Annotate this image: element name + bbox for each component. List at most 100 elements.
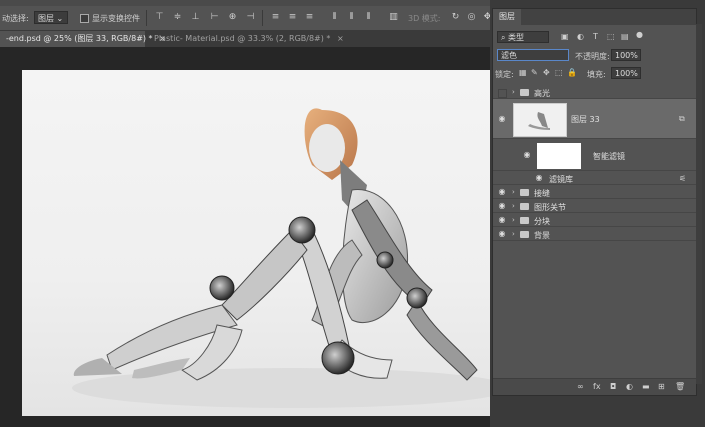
distribute-hcenter-icon[interactable]: ⫴ (346, 12, 357, 23)
layers-panel: 图层 ⌕ 类型 ▣ ◐ T ⬚ ▤ ● 滤色 不透明度: 100% 锁定: ▦ … (492, 8, 697, 396)
robot-woman-artwork (72, 108, 512, 408)
smart-object-filter-icon[interactable]: ▤ (621, 32, 629, 41)
layer-row[interactable]: ◉ › 分块 (493, 213, 696, 227)
show-transform-checkbox[interactable] (80, 14, 89, 23)
folder-icon (520, 189, 529, 196)
smart-filter-indicator-icon[interactable]: ⧉ (679, 114, 685, 124)
tab-label: -end.psd @ 25% (图层 33, RGB/8#) * (6, 34, 153, 43)
eye-icon[interactable]: ◉ (523, 151, 531, 159)
image-filter-icon[interactable]: ▣ (561, 32, 569, 41)
layer-row[interactable]: ◉ › 图形关节 (493, 199, 696, 213)
divider (146, 10, 147, 26)
search-icon: ⌕ (501, 33, 506, 42)
adjustment-layer-icon[interactable]: ◐ (626, 382, 633, 391)
lock-all-icon[interactable]: 🔒 (567, 68, 577, 77)
layer-row[interactable]: ◉ › 背景 (493, 227, 696, 241)
layer-name: 图层 33 (571, 115, 600, 124)
filter-mask-thumbnail (537, 143, 581, 169)
smart-filters-row[interactable]: ◉ 智能滤镜 (493, 139, 696, 171)
tab-document-end[interactable]: -end.psd @ 25% (图层 33, RGB/8#) * × (0, 31, 166, 47)
panel-scrollbar[interactable] (696, 24, 702, 384)
layer-name: 接缝 (534, 189, 550, 198)
folder-icon (520, 89, 529, 96)
chevron-right-icon[interactable]: › (512, 88, 515, 96)
trash-icon[interactable]: 🗑 (675, 382, 685, 391)
folder-icon (520, 231, 529, 238)
fill-field[interactable]: 100% (611, 67, 641, 79)
type-filter-icon[interactable]: T (593, 32, 598, 41)
document-canvas[interactable] (22, 70, 544, 416)
filter-row[interactable]: ◉ 滤镜库 ⚟ (493, 171, 696, 185)
blend-row: 滤色 不透明度: 100% (493, 47, 696, 63)
visibility-toggle[interactable] (498, 89, 507, 98)
align-right-icon[interactable]: ⊣ (245, 12, 256, 23)
align-bottom-icon[interactable]: ⊥ (190, 12, 201, 23)
add-mask-icon[interactable]: ◘ (610, 382, 616, 391)
distribute-top-icon[interactable]: ≡ (270, 12, 281, 23)
auto-select-label: 动选择: (2, 14, 29, 23)
eye-icon[interactable]: ◉ (535, 174, 543, 182)
new-group-icon[interactable]: ▬ (642, 382, 650, 391)
divider (262, 10, 263, 26)
3d-mode-label: 3D 模式: (408, 14, 441, 23)
layer-name: 分块 (534, 217, 550, 226)
chevron-right-icon[interactable]: › (512, 230, 515, 238)
close-icon[interactable]: × (337, 34, 344, 43)
layer-name: 背景 (534, 231, 550, 240)
chevron-right-icon[interactable]: › (512, 216, 515, 224)
chevron-right-icon[interactable]: › (512, 188, 515, 196)
layer-name: 智能滤镜 (593, 152, 625, 161)
align-vcenter-icon[interactable]: ≑ (172, 12, 183, 23)
layer-name: 高光 (534, 89, 550, 98)
link-layers-icon[interactable]: ∞ (577, 382, 584, 391)
chevron-right-icon[interactable]: › (512, 202, 515, 210)
lock-transparency-icon[interactable]: ▦ (519, 68, 527, 77)
opacity-field[interactable]: 100% (611, 49, 641, 61)
layer-thumbnail (513, 103, 567, 137)
align-hcenter-icon[interactable]: ⊕ (227, 12, 238, 23)
blend-mode-value: 滤色 (501, 51, 517, 60)
filter-kind-dropdown[interactable]: ⌕ 类型 (497, 31, 549, 43)
auto-select-dropdown[interactable]: 图层 ⌄ (34, 11, 68, 24)
lock-artboard-icon[interactable]: ⬚ (555, 68, 563, 77)
blend-mode-dropdown[interactable]: 滤色 (497, 49, 569, 61)
eye-icon[interactable]: ◉ (498, 115, 506, 123)
distribute-vcenter-icon[interactable]: ≡ (287, 12, 298, 23)
filter-row: ⌕ 类型 ▣ ◐ T ⬚ ▤ ● (493, 29, 696, 45)
panel-title-bar: 图层 (493, 9, 696, 25)
eye-icon[interactable]: ◉ (498, 216, 506, 224)
lock-move-icon[interactable]: ✥ (543, 68, 550, 77)
filter-options-icon[interactable]: ⚟ (679, 174, 686, 183)
layer-row[interactable]: ◉ › 接缝 (493, 185, 696, 199)
fill-label: 填充: (587, 70, 606, 79)
distribute-bottom-icon[interactable]: ≡ (304, 12, 315, 23)
lock-row: 锁定: ▦ ✎ ✥ ⬚ 🔒 填充: 100% (493, 65, 696, 81)
filter-toggle-icon[interactable]: ● (636, 30, 643, 39)
eye-icon[interactable]: ◉ (498, 202, 506, 210)
distribute-left-icon[interactable]: ⫴ (329, 12, 340, 23)
layer-row[interactable]: › 高光 (493, 85, 696, 99)
panel-footer: ∞ fx ◘ ◐ ▬ ⊞ 🗑 (493, 378, 696, 395)
3d-rotate-icon[interactable]: ↻ (450, 12, 461, 23)
align-left-icon[interactable]: ⊢ (209, 12, 220, 23)
eye-icon[interactable]: ◉ (498, 188, 506, 196)
layer-name: 滤镜库 (549, 175, 573, 184)
fx-icon[interactable]: fx (593, 382, 601, 391)
lock-brush-icon[interactable]: ✎ (531, 68, 538, 77)
folder-icon (520, 203, 529, 210)
document-tab-bar: -end.psd @ 25% (图层 33, RGB/8#) * × Plast… (0, 31, 490, 47)
tab-plastic-material[interactable]: Plastic- Material.psd @ 33.3% (2, RGB/8#… (148, 31, 344, 47)
3d-roll-icon[interactable]: ◎ (466, 12, 477, 23)
layer-row-selected[interactable]: ◉ 图层 33 ⧉ (493, 99, 696, 139)
adjustment-filter-icon[interactable]: ◐ (577, 32, 584, 41)
new-layer-icon[interactable]: ⊞ (658, 382, 665, 391)
eye-icon[interactable]: ◉ (498, 230, 506, 238)
filter-kind-value: 类型 (508, 33, 525, 42)
layer-name: 图形关节 (534, 203, 566, 212)
distribute-right-icon[interactable]: ⫴ (363, 12, 374, 23)
auto-align-icon[interactable]: ▥ (388, 12, 399, 23)
tab-layers[interactable]: 图层 (493, 9, 521, 25)
lock-label: 锁定: (495, 70, 514, 79)
shape-filter-icon[interactable]: ⬚ (607, 32, 615, 41)
align-top-icon[interactable]: ⊤ (154, 12, 165, 23)
